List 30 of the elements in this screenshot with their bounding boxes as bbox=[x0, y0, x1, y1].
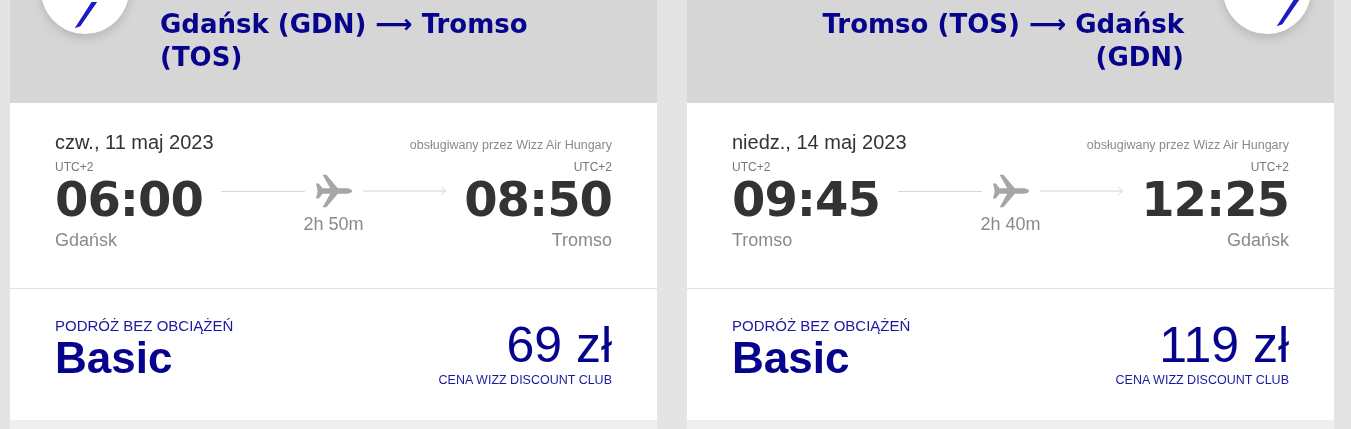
route-title: Gdańsk (GDN) ⟶ Tromso (TOS) bbox=[160, 8, 529, 74]
route-title: Tromso (TOS) ⟶ Gdańsk (GDN) bbox=[821, 8, 1184, 74]
timezone-label: UTC+2 bbox=[573, 160, 612, 174]
flight-date: niedz., 14 maj 2023 bbox=[732, 131, 907, 154]
timezone-label: UTC+2 bbox=[732, 160, 772, 174]
departure-city: Gdańsk bbox=[55, 230, 119, 251]
operator-text: obsługiwany przez Wizz Air Hungary bbox=[1086, 138, 1289, 152]
fare-price: 119 zł bbox=[1159, 317, 1289, 373]
departure-city: Tromso bbox=[732, 230, 794, 251]
arrival-time: 08:50 bbox=[464, 174, 612, 224]
airplane-icon bbox=[314, 172, 353, 210]
price-note: CENA WIZZ DISCOUNT CLUB bbox=[438, 373, 612, 387]
fare-label: PODRÓŻ BEZ OBCIĄŻEŃ bbox=[732, 317, 911, 334]
airplane-icon bbox=[991, 172, 1030, 210]
flight-duration: 2h 40m bbox=[980, 214, 1041, 235]
arrival-city: Gdańsk bbox=[1226, 230, 1289, 251]
departure-time: 09:45 bbox=[732, 174, 881, 224]
flight-date: czw., 11 maj 2023 bbox=[55, 131, 214, 154]
fare-name: Basic bbox=[732, 334, 850, 382]
arrival-city: Tromso bbox=[551, 230, 612, 251]
arrival-time: 12:25 bbox=[1141, 174, 1289, 224]
fare-name: Basic bbox=[55, 334, 173, 382]
fare-label: PODRÓŻ BEZ OBCIĄŻEŃ bbox=[55, 317, 234, 334]
timezone-label: UTC+2 bbox=[55, 160, 95, 174]
departure-time: 06:00 bbox=[55, 174, 204, 224]
timezone-label: UTC+2 bbox=[1250, 160, 1289, 174]
flight-duration: 2h 50m bbox=[303, 214, 364, 235]
fare-price: 69 zł bbox=[506, 317, 612, 373]
price-note: CENA WIZZ DISCOUNT CLUB bbox=[1115, 373, 1289, 387]
operator-text: obsługiwany przez Wizz Air Hungary bbox=[409, 138, 612, 152]
